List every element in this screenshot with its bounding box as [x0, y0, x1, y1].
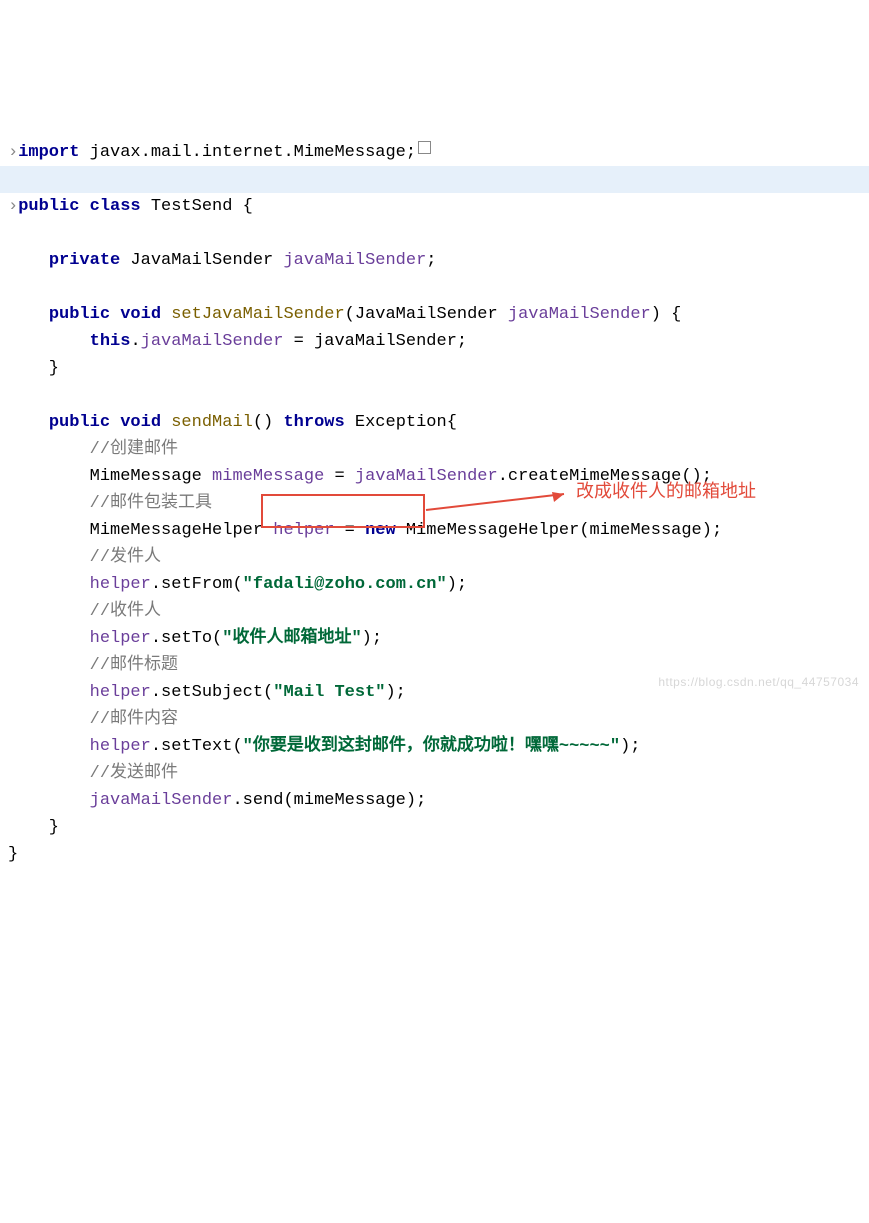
comment: //收件人	[90, 602, 161, 621]
field-name: javaMailSender	[283, 251, 426, 270]
comment: //创建邮件	[90, 440, 178, 459]
comment: //发件人	[90, 548, 161, 567]
comment: //邮件标题	[90, 656, 178, 675]
collapse-icon	[418, 141, 431, 154]
comment: //邮件内容	[90, 710, 178, 729]
keyword-this: this	[90, 332, 131, 351]
watermark: https://blog.csdn.net/qq_44757034	[658, 669, 859, 696]
keyword-import: import	[18, 143, 79, 162]
comment: //邮件包装工具	[90, 494, 212, 513]
string-to-email: "收件人邮箱地址"	[222, 629, 361, 648]
string-subject: "Mail Test"	[273, 683, 385, 702]
keyword-throws: throws	[283, 413, 344, 432]
keyword-public-void: public void	[49, 305, 161, 324]
annotation-text: 改成收件人的邮箱地址	[576, 478, 756, 505]
string-body: "你要是收到这封邮件，你就成功啦！嘿嘿~~~~~"	[243, 737, 620, 756]
keyword-new: new	[365, 521, 396, 540]
method-name: setJavaMailSender	[161, 305, 345, 324]
keyword-public-void: public void	[49, 413, 161, 432]
method-name: sendMail	[161, 413, 253, 432]
fold-marker: ›	[8, 143, 18, 162]
fold-marker: ›	[8, 197, 18, 216]
highlighted-line	[0, 166, 869, 193]
comment: //发送邮件	[90, 764, 178, 783]
keyword-public-class: public class	[18, 197, 140, 216]
keyword-private: private	[49, 251, 120, 270]
string-from-email: "fadali@zoho.com.cn"	[243, 575, 447, 594]
